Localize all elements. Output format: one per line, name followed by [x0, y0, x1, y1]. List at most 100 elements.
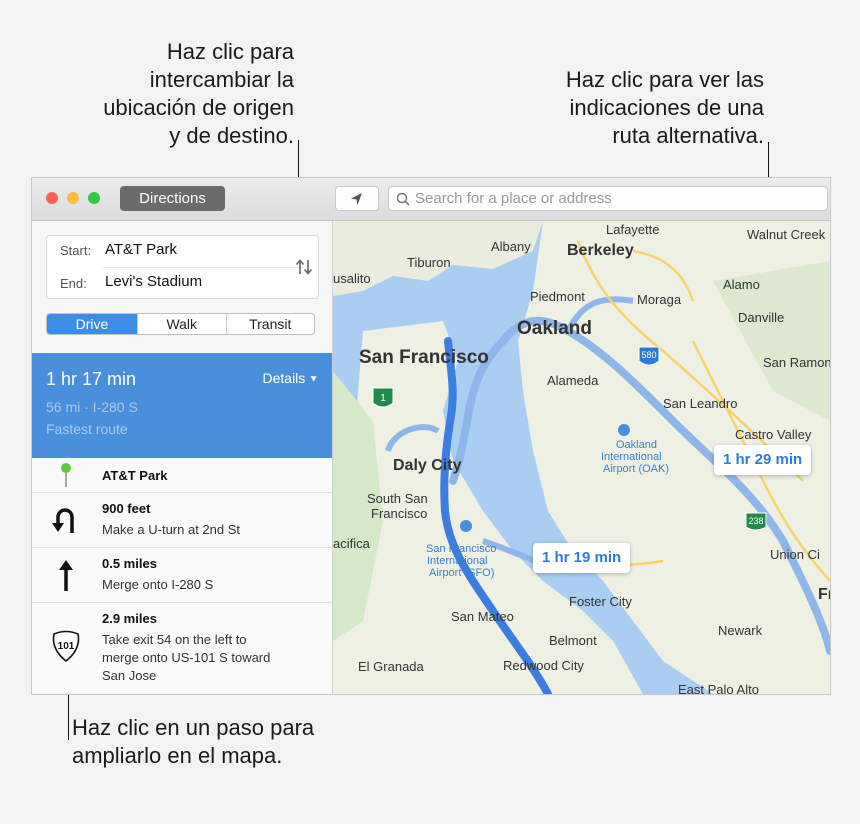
callout-line: y de destino. [169, 123, 294, 148]
callout-line: ampliarlo en el mapa. [72, 743, 283, 768]
step-title: AT&T Park [102, 468, 168, 483]
mode-drive[interactable]: Drive [47, 314, 137, 334]
directions-sidebar: Start: AT&T Park End: Levi's Stadium Dri… [32, 221, 333, 694]
shield-number: 101 [58, 641, 75, 652]
mode-transit[interactable]: Transit [225, 314, 315, 334]
callout-line: intercambiar la [149, 67, 294, 92]
step-row[interactable]: 0.5 miles Merge onto I-280 S [32, 548, 332, 603]
map-label: San Mateo [451, 609, 514, 624]
step-callout: Haz clic en un paso para ampliarlo en el… [72, 714, 314, 770]
zoom-button[interactable] [88, 192, 100, 204]
callout-line: Haz clic para [166, 39, 294, 64]
step-row[interactable]: 101 2.9 miles Take exit 54 on the left t… [32, 603, 332, 693]
map-label: Albany [491, 239, 531, 254]
u-turn-icon [52, 508, 74, 533]
map-label: Airport (SFO) [429, 567, 494, 579]
step-detail-line: Take exit 54 on the left to [102, 632, 247, 647]
map-label: Fr [818, 586, 830, 603]
step-detail: Take exit 54 on the left to merge onto U… [102, 631, 270, 685]
airport-icon [460, 520, 472, 532]
callout-line: ubicación de origen [103, 95, 294, 120]
maps-window: Directions Search for a place or address… [32, 178, 830, 694]
map-label: San Ramon [763, 355, 830, 370]
map-label: El Granada [358, 659, 425, 674]
step-row[interactable]: 900 feet Make a U-turn at 2nd St [32, 493, 332, 548]
map-label: Oakland [616, 439, 657, 451]
map-label: International [427, 555, 488, 567]
route-distance: 56 mi · I-280 S [46, 399, 138, 415]
step-title: 0.5 miles [102, 556, 157, 571]
map-label: Castro Valley [735, 427, 812, 442]
callout-line: Haz clic para ver las [565, 67, 764, 92]
alternate-route-callout: Haz clic para ver las indicaciones de un… [566, 66, 764, 150]
map-view[interactable]: 580 238 1 Lafayette Walnut Creek Albany … [333, 221, 830, 694]
map-label: San Francisco [426, 543, 496, 555]
search-input[interactable]: Search for a place or address [388, 186, 828, 211]
map-label: Belmont [549, 633, 597, 648]
map-label: Daly City [393, 457, 462, 474]
step-title: 900 feet [102, 501, 151, 516]
route-note: Fastest route [46, 421, 128, 437]
swap-locations-icon[interactable] [294, 256, 314, 278]
eta-alternate-route[interactable]: 1 hr 29 min [714, 445, 812, 475]
step-title: 2.9 miles [102, 611, 157, 626]
mode-walk[interactable]: Walk [137, 314, 226, 334]
eta-main-route[interactable]: 1 hr 19 min [533, 543, 631, 573]
start-end-fields: Start: AT&T Park End: Levi's Stadium [46, 235, 319, 299]
current-location-button[interactable] [335, 186, 379, 211]
map-label: South San [367, 491, 428, 506]
us-101-shield-icon: 101 [52, 630, 80, 663]
map-label: Oakland [517, 318, 592, 339]
route-238-shield-icon: 238 [745, 512, 767, 531]
directions-button[interactable]: Directions [120, 186, 225, 211]
map-label: International [601, 451, 662, 463]
map-label: Lafayette [606, 222, 660, 237]
arrow-up-icon [59, 560, 73, 591]
minimize-button[interactable] [67, 192, 79, 204]
map-label: Tiburon [407, 255, 451, 270]
map-label: Foster City [569, 594, 632, 609]
details-button[interactable]: Details ⯆ [263, 370, 319, 387]
map-label: acifica [333, 536, 371, 551]
chevron-double-down-icon: ⯆ [309, 374, 318, 386]
r238-shield-number: 238 [748, 516, 763, 526]
map-label: Danville [738, 310, 784, 325]
map-label: Airport (OAK) [603, 463, 669, 475]
map-label: Alamo [723, 277, 760, 292]
step-detail: Make a U-turn at 2nd St [102, 522, 241, 537]
map-label: East Palo Alto [678, 682, 759, 694]
toolbar: Directions Search for a place or address [32, 178, 830, 221]
r1-shield-number: 1 [380, 393, 386, 404]
route-summary[interactable]: 1 hr 17 min Details ⯆ 56 mi · I-280 S Fa… [32, 353, 332, 458]
step-detail: Merge onto I-280 S [102, 577, 214, 592]
map-label: Moraga [637, 292, 682, 307]
map-label: Piedmont [530, 289, 585, 304]
step-row[interactable]: AT&T Park [32, 458, 332, 493]
start-field[interactable]: AT&T Park [105, 241, 177, 258]
route-1-shield-icon: 1 [372, 387, 394, 408]
end-label: End: [60, 276, 87, 291]
i580-shield-icon: 580 [638, 346, 660, 366]
details-label: Details [262, 370, 306, 386]
map-label: San Francisco [359, 347, 489, 368]
route-time: 1 hr 17 min [46, 369, 137, 389]
map-pin-icon [61, 463, 71, 487]
map-label: Union Ci [770, 547, 820, 562]
map-label: usalito [333, 271, 371, 286]
swap-callout: Haz clic para intercambiar la ubicación … [103, 38, 294, 150]
callout-line: ruta alternativa. [612, 123, 764, 148]
search-placeholder: Search for a place or address [415, 190, 612, 207]
map-label: Walnut Creek [747, 227, 826, 242]
map-label: Redwood City [503, 658, 584, 673]
step-detail-line: San Jose [102, 668, 157, 683]
search-icon [396, 192, 410, 206]
map-label: Berkeley [567, 242, 634, 259]
location-arrow-icon [351, 193, 362, 205]
close-button[interactable] [46, 192, 58, 204]
map-label: Alameda [547, 373, 599, 388]
map-label: Francisco [371, 506, 427, 521]
end-field[interactable]: Levi's Stadium [105, 273, 202, 290]
field-divider [103, 267, 303, 268]
i580-shield-number: 580 [641, 350, 656, 360]
step-detail-line: merge onto US-101 S toward [102, 650, 271, 665]
